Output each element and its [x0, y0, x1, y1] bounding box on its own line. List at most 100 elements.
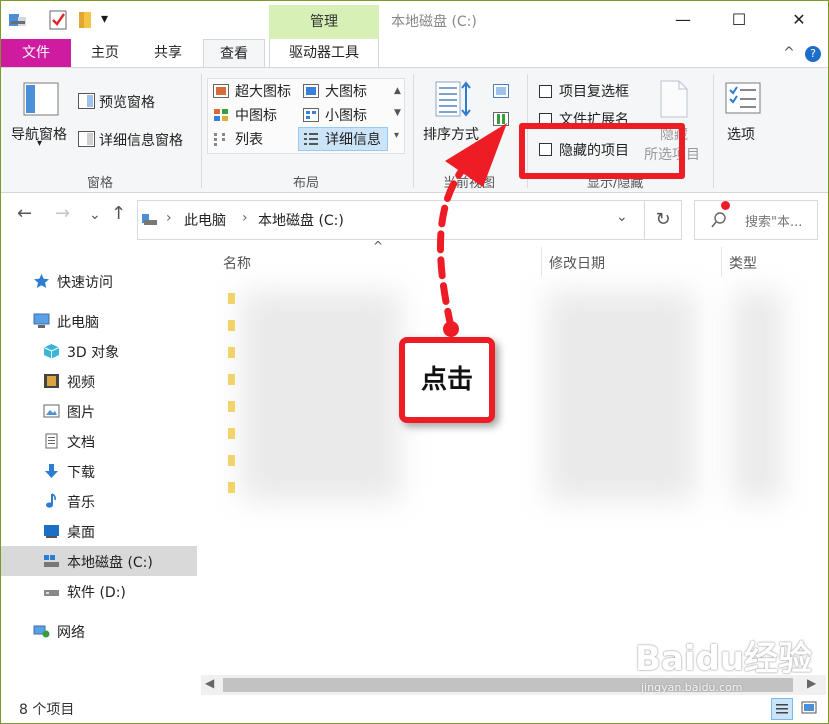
details-pane-button[interactable]: 详细信息窗格	[99, 130, 183, 150]
small-icons-icon	[303, 108, 319, 122]
column-header-type[interactable]: 类型	[729, 253, 757, 273]
blurred-file-types	[733, 291, 783, 501]
sidebar-item-software-d[interactable]: 软件 (D:)	[1, 576, 197, 606]
highlight-box-hidden-items	[519, 123, 685, 179]
details-view-icon	[776, 704, 788, 714]
folder-icon	[228, 293, 235, 304]
column-header-modified[interactable]: 修改日期	[549, 253, 605, 273]
back-arrow-icon[interactable]: ←	[17, 203, 32, 224]
desktop-icon	[44, 525, 59, 538]
layout-small[interactable]: 小图标	[325, 105, 367, 125]
sidebar-item-quick-access[interactable]: 快速访问	[1, 266, 197, 296]
new-folder-icon[interactable]	[77, 11, 93, 29]
column-divider[interactable]	[541, 247, 542, 277]
item-checkboxes-checkbox[interactable]	[539, 85, 552, 98]
click-callout: 点击	[399, 337, 495, 423]
scroll-left-icon[interactable]: ◀	[205, 676, 214, 690]
tab-drive-tools[interactable]: 驱动器工具	[269, 39, 379, 67]
tab-home[interactable]: 主页	[77, 39, 133, 67]
sidebar-item-3d-objects[interactable]: 3D 对象	[1, 336, 197, 366]
help-button[interactable]: ?	[803, 39, 823, 67]
minimize-button[interactable]: —	[661, 7, 705, 33]
layout-medium[interactable]: 中图标	[235, 105, 277, 125]
star-icon	[34, 274, 49, 288]
layout-extra-large[interactable]: 超大图标	[235, 81, 291, 101]
sort-indicator-icon: ^	[373, 239, 384, 253]
forward-arrow-icon[interactable]: →	[55, 203, 70, 224]
tab-share[interactable]: 共享	[139, 39, 197, 67]
tab-file[interactable]: 文件	[1, 39, 71, 67]
sidebar-item-this-pc[interactable]: 此电脑	[1, 306, 197, 336]
explorer-app-icon[interactable]	[9, 12, 27, 28]
breadcrumb-this-pc[interactable]: 此电脑	[184, 210, 226, 230]
help-icon: ?	[805, 46, 821, 62]
sidebar-item-documents[interactable]: 文档	[1, 426, 197, 456]
column-header-name[interactable]: 名称	[223, 253, 251, 273]
blurred-file-dates	[546, 291, 696, 501]
breadcrumb-separator[interactable]: ›	[166, 210, 172, 226]
recent-locations-chevron-icon[interactable]: ⌄	[89, 207, 101, 223]
close-button[interactable]: ✕	[777, 7, 821, 33]
column-divider[interactable]	[721, 247, 722, 277]
title-bar: ▾ 管理 本地磁盘 (C:) — ☐ ✕	[1, 1, 828, 39]
preview-pane-button[interactable]: 预览窗格	[99, 92, 155, 112]
layout-expand-icon[interactable]: ▾	[394, 130, 399, 141]
collapse-ribbon-button[interactable]: ^	[779, 39, 799, 67]
picture-icon	[43, 404, 60, 418]
sidebar-item-network[interactable]: 网络	[1, 616, 197, 646]
download-icon	[45, 464, 58, 478]
details-view-toggle[interactable]	[771, 698, 793, 720]
medium-icons-icon	[214, 109, 228, 121]
search-box[interactable]: 搜索"本...	[694, 200, 818, 240]
window-title: 本地磁盘 (C:)	[391, 14, 477, 30]
maximize-button[interactable]: ☐	[717, 7, 761, 33]
layout-list[interactable]: 列表	[235, 129, 263, 149]
large-icons-view-toggle[interactable]	[799, 698, 821, 720]
extra-large-icons-icon	[213, 84, 229, 98]
breadcrumb-separator[interactable]: ›	[242, 210, 248, 226]
options-button[interactable]: 选项	[727, 124, 755, 144]
details-pane-icon	[78, 131, 95, 147]
group-by-icon[interactable]	[493, 84, 509, 98]
chevron-down-icon: ▾	[37, 138, 43, 149]
hide-selected-icon	[660, 80, 688, 118]
panes-group-label: 窗格	[87, 176, 114, 191]
folder-icon	[228, 428, 235, 439]
network-icon	[33, 625, 50, 638]
ribbon-divider	[413, 74, 414, 188]
refresh-button[interactable]: ↻	[644, 200, 682, 240]
sidebar-item-music[interactable]: 音乐	[1, 486, 197, 516]
annotation-arrow-icon	[437, 123, 507, 337]
baidu-watermark-url: jingyan.baidu.com	[641, 681, 743, 694]
search-pointer-dot	[721, 201, 730, 210]
ribbon-divider	[201, 74, 202, 188]
quick-access-dropdown[interactable]: ▾	[101, 11, 108, 27]
tab-manage[interactable]: 管理	[269, 5, 379, 39]
layout-scroll-down-icon[interactable]: ▼	[394, 108, 401, 118]
breadcrumb-local-disk[interactable]: 本地磁盘 (C:)	[258, 210, 344, 230]
up-arrow-icon[interactable]: ↑	[111, 203, 126, 224]
layout-details[interactable]: 详细信息	[325, 129, 381, 149]
explorer-window: ▾ 管理 本地磁盘 (C:) — ☐ ✕ 文件 主页 共享 查看 驱动器工具 ^…	[0, 0, 829, 724]
folder-icon	[228, 401, 235, 412]
search-placeholder: 搜索"本...	[745, 215, 803, 230]
layout-scroll-up-icon[interactable]: ▲	[394, 86, 401, 96]
sidebar-item-desktop[interactable]: 桌面	[1, 516, 197, 546]
sidebar-item-pictures[interactable]: 图片	[1, 396, 197, 426]
layout-large[interactable]: 大图标	[325, 81, 367, 101]
large-icons-icon	[303, 84, 319, 98]
ribbon-tabs: 文件 主页 共享 查看 驱动器工具 ^ ?	[1, 39, 828, 67]
blurred-file-names	[241, 291, 401, 501]
navigation-pane-icon[interactable]	[23, 82, 59, 116]
ribbon-divider	[713, 74, 714, 188]
address-dropdown-icon[interactable]: ⌄	[616, 209, 628, 225]
tab-view[interactable]: 查看	[203, 39, 265, 67]
address-bar[interactable]: › 此电脑 › 本地磁盘 (C:) ⌄	[137, 200, 645, 240]
item-checkboxes-label[interactable]: 项目复选框	[559, 81, 629, 101]
properties-icon[interactable]	[49, 10, 67, 30]
sidebar-item-videos[interactable]: 视频	[1, 366, 197, 396]
search-icon	[711, 212, 726, 228]
sidebar-item-downloads[interactable]: 下载	[1, 456, 197, 486]
folder-icon	[228, 347, 235, 358]
sidebar-item-local-disk-c[interactable]: 本地磁盘 (C:)	[1, 546, 197, 576]
